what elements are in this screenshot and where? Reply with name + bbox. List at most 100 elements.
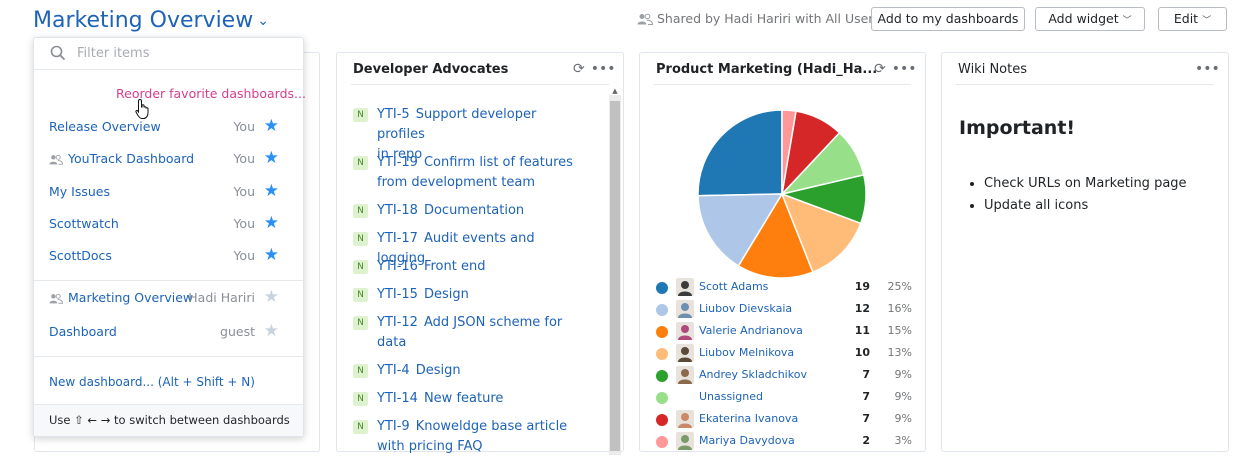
legend-label[interactable]: Ekaterina Ivanova bbox=[699, 412, 798, 425]
divider bbox=[34, 280, 303, 281]
issue-id: YTI-12 bbox=[377, 315, 418, 330]
legend-item[interactable]: Andrey Skladchikov 7 9% bbox=[656, 366, 914, 388]
legend-item[interactable]: Scott Adams 19 25% bbox=[656, 278, 914, 300]
scrollbar-thumb[interactable] bbox=[610, 101, 620, 451]
pie-chart bbox=[697, 109, 867, 279]
legend-label[interactable]: Liubov Melnikova bbox=[699, 346, 794, 359]
issue-link[interactable]: data bbox=[377, 333, 583, 353]
issue-item[interactable]: N YTI-4 Design bbox=[353, 361, 583, 381]
dashboard-item[interactable]: Release Overview You ★ bbox=[34, 114, 303, 142]
star-filled-icon[interactable]: ★ bbox=[264, 214, 279, 232]
dashboard-item-label[interactable]: Dashboard bbox=[49, 324, 117, 339]
widget-title: Product Marketing (Hadi_Ha... bbox=[656, 62, 878, 77]
issue-item[interactable]: N YTI-18 Documentation bbox=[353, 201, 583, 221]
switch-hint: Use ⇧ ← → to switch between dashboards bbox=[49, 413, 290, 427]
legend-item[interactable]: Mariya Davydova 2 3% bbox=[656, 432, 914, 454]
issue-item[interactable]: N YTI-14 New feature bbox=[353, 389, 583, 409]
legend-label[interactable]: Andrey Skladchikov bbox=[699, 368, 807, 381]
widget-title: Wiki Notes bbox=[958, 62, 1027, 77]
dashboard-item[interactable]: Marketing Overview Hadi Hariri ★ bbox=[34, 285, 303, 313]
star-filled-icon[interactable]: ★ bbox=[264, 246, 279, 264]
issue-link[interactable]: YTI-15 Design bbox=[377, 285, 583, 305]
divider bbox=[956, 84, 1214, 85]
legend-percent: 15% bbox=[887, 324, 912, 337]
issue-link[interactable]: YTI-4 Design bbox=[377, 361, 583, 381]
dashboard-owner: You bbox=[233, 151, 255, 166]
dashboard-item[interactable]: Scottwatch You ★ bbox=[34, 211, 303, 239]
issue-item[interactable]: N YTI-9 Knoweldge base article with pricing… bbox=[353, 417, 583, 457]
issue-link[interactable]: YTI-18 Documentation bbox=[377, 201, 583, 221]
issue-summary: Front end bbox=[423, 259, 486, 274]
star-filled-icon[interactable]: ★ bbox=[264, 182, 279, 200]
legend-item[interactable]: Liubov Dievskaia 12 16% bbox=[656, 300, 914, 322]
issue-link[interactable]: from development team bbox=[377, 173, 583, 193]
dashboard-item-label[interactable]: Release Overview bbox=[49, 119, 161, 134]
issue-link[interactable]: YTI-9 Knoweldge base article bbox=[377, 417, 583, 437]
star-empty-icon[interactable]: ★ bbox=[264, 288, 279, 306]
issue-summary: Confirm list of features bbox=[423, 155, 573, 170]
issue-item[interactable]: N YTI-16 Front end bbox=[353, 257, 583, 277]
star-filled-icon[interactable]: ★ bbox=[264, 117, 279, 135]
avatar bbox=[676, 278, 694, 296]
issue-link[interactable]: with pricing FAQ bbox=[377, 437, 583, 457]
issue-link[interactable]: YTI-16 Front end bbox=[377, 257, 583, 277]
pie-slice[interactable] bbox=[697, 109, 783, 197]
issue-link[interactable]: YTI-19 Confirm list of features bbox=[377, 153, 583, 173]
issue-link[interactable]: YTI-5 Support developer profiles bbox=[377, 105, 583, 145]
legend-percent: 16% bbox=[887, 302, 912, 315]
legend-label[interactable]: Mariya Davydova bbox=[699, 434, 795, 447]
legend-percent: 9% bbox=[894, 368, 912, 381]
avatar bbox=[676, 410, 694, 428]
issue-item[interactable]: N YTI-12 Add JSON scheme for data bbox=[353, 313, 583, 353]
legend-percent: 9% bbox=[894, 412, 912, 425]
star-filled-icon[interactable]: ★ bbox=[264, 149, 279, 167]
filter-input[interactable]: Filter items bbox=[77, 46, 149, 61]
issue-summary: from development team bbox=[377, 175, 535, 190]
star-empty-icon[interactable]: ★ bbox=[264, 322, 279, 340]
dashboard-name: Dashboard bbox=[49, 324, 117, 339]
add-widget-button[interactable]: Add widget ﹀ bbox=[1035, 7, 1145, 31]
dashboard-item[interactable]: My Issues You ★ bbox=[34, 179, 303, 207]
dashboard-name: YouTrack Dashboard bbox=[68, 151, 195, 166]
legend-color-dot bbox=[656, 370, 668, 382]
more-options-icon[interactable]: ••• bbox=[892, 61, 917, 77]
more-options-icon[interactable]: ••• bbox=[591, 61, 616, 77]
legend-label[interactable]: Unassigned bbox=[699, 390, 763, 403]
issue-link[interactable]: YTI-12 Add JSON scheme for bbox=[377, 313, 583, 333]
legend-item[interactable]: Unassigned 7 9% bbox=[656, 388, 914, 410]
dashboard-item-label[interactable]: Scottwatch bbox=[49, 216, 119, 231]
dashboard-item-label[interactable]: ScottDocs bbox=[49, 248, 112, 263]
issue-id: YTI-15 bbox=[377, 287, 418, 302]
legend-item[interactable]: Valerie Andrianova 11 15% bbox=[656, 322, 914, 344]
new-dashboard-link[interactable]: New dashboard... (Alt + Shift + N) bbox=[49, 375, 255, 389]
legend-item[interactable]: Liubov Melnikova 10 13% bbox=[656, 344, 914, 366]
dashboard-title-dropdown[interactable]: Marketing Overview ⌄ bbox=[33, 8, 269, 33]
legend-label[interactable]: Scott Adams bbox=[699, 280, 768, 293]
edit-button[interactable]: Edit ﹀ bbox=[1158, 7, 1227, 31]
issue-id: YTI-9 bbox=[377, 419, 410, 434]
dashboard-item[interactable]: ScottDocs You ★ bbox=[34, 243, 303, 271]
issue-item[interactable]: N YTI-15 Design bbox=[353, 285, 583, 305]
issue-summary: Design bbox=[415, 363, 461, 378]
state-badge: N bbox=[353, 232, 368, 246]
refresh-icon[interactable]: ⟳ bbox=[874, 61, 886, 77]
issue-item[interactable]: N YTI-19 Confirm list of features from deve… bbox=[353, 153, 583, 193]
more-options-icon[interactable]: ••• bbox=[1195, 61, 1220, 77]
dashboard-name: Scottwatch bbox=[49, 216, 119, 231]
legend-color-dot bbox=[656, 282, 668, 294]
legend-item[interactable]: Ekaterina Ivanova 7 9% bbox=[656, 410, 914, 432]
dashboard-item-label[interactable]: My Issues bbox=[49, 184, 110, 199]
legend-label[interactable]: Liubov Dievskaia bbox=[699, 302, 792, 315]
refresh-icon[interactable]: ⟳ bbox=[573, 61, 585, 77]
dashboard-item-label[interactable]: YouTrack Dashboard bbox=[49, 151, 194, 168]
filter-input-container[interactable]: Filter items bbox=[34, 38, 303, 70]
dashboard-title: Marketing Overview bbox=[33, 8, 254, 33]
dashboard-item[interactable]: Dashboard guest ★ bbox=[34, 319, 303, 347]
add-to-dashboards-button[interactable]: Add to my dashboards bbox=[871, 7, 1025, 31]
issue-link[interactable]: YTI-14 New feature bbox=[377, 389, 583, 409]
legend-label[interactable]: Valerie Andrianova bbox=[699, 324, 803, 337]
issue-id: YTI-4 bbox=[377, 363, 410, 378]
dashboard-item-label[interactable]: Marketing Overview bbox=[49, 290, 193, 307]
dashboard-item[interactable]: YouTrack Dashboard You ★ bbox=[34, 146, 303, 174]
legend-count: 10 bbox=[854, 346, 870, 359]
